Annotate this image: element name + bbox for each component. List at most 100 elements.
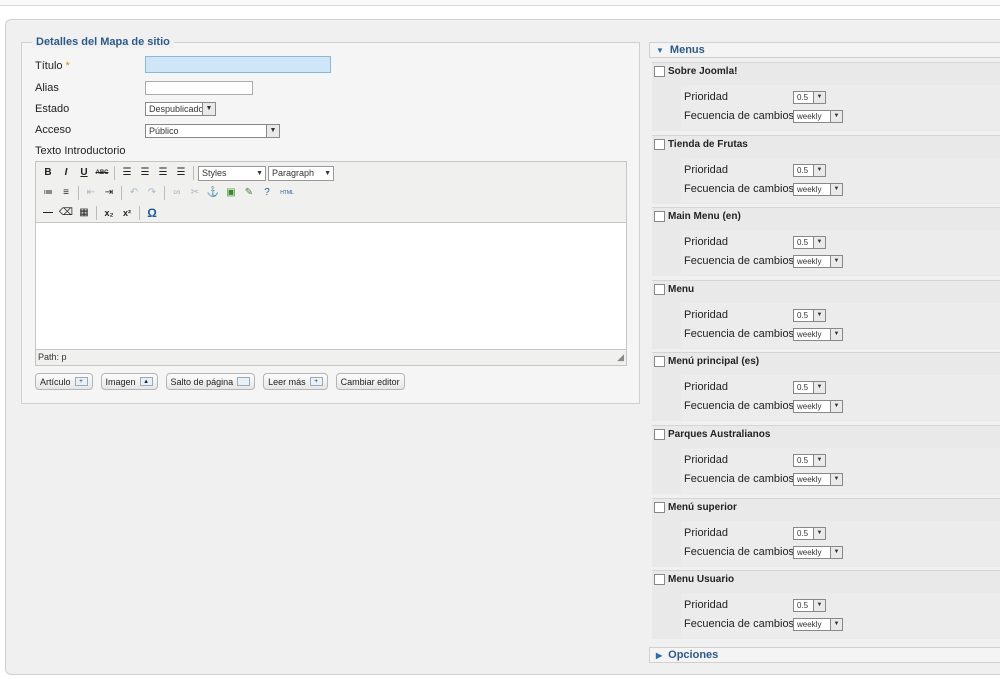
editor-statusbar: Path: p ◢ [36, 349, 626, 365]
menu-checkbox[interactable] [654, 501, 665, 513]
menu-item-header: Sobre Joomla! [654, 66, 737, 77]
frequency-label: Fecuencia de cambios [684, 255, 795, 268]
chevron-down-icon: ▼ [813, 309, 825, 321]
align-right-icon[interactable]: ☰ [155, 165, 171, 181]
chevron-down-icon: ▼ [813, 600, 825, 612]
read-more-button[interactable]: Leer más + [263, 373, 328, 390]
options-panel-header[interactable]: ▶ Opciones [649, 647, 1000, 663]
article-button[interactable]: Artículo + [35, 373, 93, 390]
frequency-select[interactable]: weekly ▼ [793, 255, 843, 269]
align-left-icon[interactable]: ☰ [119, 165, 135, 181]
titulo-input[interactable] [145, 56, 331, 73]
menu-checkbox[interactable] [654, 211, 665, 223]
frequency-select[interactable]: weekly ▼ [793, 618, 843, 632]
priority-value: 0.5 [797, 456, 809, 465]
html-source-icon[interactable]: HTML [277, 185, 297, 201]
frequency-label: Fecuencia de cambios [684, 545, 795, 558]
estado-value: Despublicado [149, 104, 204, 114]
chevron-down-icon: ▼ [813, 164, 825, 176]
priority-select[interactable]: 0.5 ▼ [793, 599, 826, 613]
menu-item-name: Menu [668, 283, 695, 295]
indent-icon[interactable]: ⇥ [101, 185, 117, 201]
priority-select[interactable]: 0.5 ▼ [793, 163, 826, 177]
unlink-icon[interactable]: ✂ [187, 185, 203, 201]
page-break-button[interactable]: Salto de página [165, 373, 256, 390]
menu-item-block: Menú principal (es) Prioridad 0.5 ▼ Fecuenci… [652, 352, 1000, 422]
frequency-select[interactable]: weekly ▼ [793, 327, 843, 341]
underline-icon[interactable]: U [76, 165, 92, 181]
titulo-label-text: Título [35, 60, 63, 72]
menu-checkbox[interactable] [654, 66, 665, 77]
align-justify-icon[interactable]: ☰ [173, 165, 189, 181]
visual-aid-icon[interactable]: ▦ [76, 205, 92, 221]
menu-item-header: Tienda de Frutas [654, 138, 748, 150]
menu-checkbox[interactable] [654, 429, 665, 440]
menu-checkbox[interactable] [654, 283, 665, 295]
priority-value: 0.5 [797, 383, 809, 393]
estado-select[interactable]: Despublicado ▼ [145, 102, 216, 116]
chevron-down-icon: ▼ [813, 92, 825, 103]
menu-checkbox[interactable] [654, 138, 665, 150]
menu-checkbox[interactable] [654, 574, 665, 586]
undo-icon[interactable]: ↶ [126, 185, 142, 201]
chevron-down-icon: ▼ [813, 237, 825, 249]
frequency-select[interactable]: weekly ▼ [793, 545, 843, 559]
superscript-icon[interactable]: x² [119, 205, 135, 221]
frequency-select[interactable]: weekly ▼ [793, 400, 843, 414]
anchor-icon[interactable]: ⚓ [205, 185, 221, 201]
frequency-value: weekly [797, 184, 822, 194]
menu-item-header: Menu Usuario [654, 574, 734, 586]
toggle-editor-button[interactable]: Cambiar editor [335, 373, 405, 390]
help-icon[interactable]: ? [259, 185, 275, 201]
strikethrough-icon[interactable]: ABC [94, 165, 110, 181]
top-border [0, 0, 1000, 6]
frequency-select[interactable]: weekly ▼ [793, 182, 843, 196]
remove-format-icon[interactable]: ⌫ [58, 205, 74, 221]
toolbar-separator [78, 186, 79, 200]
article-button-label: Artículo [40, 376, 71, 387]
priority-value: 0.5 [797, 165, 809, 175]
image-icon[interactable]: ▣ [223, 185, 239, 201]
frequency-label: Fecuencia de cambios [684, 400, 795, 413]
priority-select[interactable]: 0.5 ▼ [793, 308, 826, 322]
priority-select[interactable]: 0.5 ▼ [793, 454, 826, 467]
bullet-list-icon[interactable]: ≔ [40, 185, 56, 201]
menu-settings-area [681, 85, 1000, 130]
numbered-list-icon[interactable]: ≡ [58, 185, 74, 201]
alias-input[interactable] [145, 81, 253, 95]
menu-checkbox[interactable] [654, 356, 665, 368]
menus-panel-header[interactable]: ▼ Menus [649, 42, 1000, 58]
editor-buttons: Artículo + Imagen ▲ Salto de página Leer m… [35, 373, 405, 390]
redo-icon[interactable]: ↷ [144, 185, 160, 201]
chevron-down-icon: ▼ [830, 183, 842, 195]
acceso-select[interactable]: Público ▼ [145, 124, 280, 138]
priority-select[interactable]: 0.5 ▼ [793, 381, 826, 395]
chevron-down-icon: ▼ [256, 169, 263, 177]
page-break-button-label: Salto de página [170, 376, 234, 387]
menu-item-name: Menú principal (es) [668, 356, 760, 368]
subscript-icon[interactable]: x₂ [101, 205, 117, 221]
format-select[interactable]: Paragraph ▼ [268, 165, 334, 181]
read-more-button-label: Leer más [268, 376, 306, 387]
resize-handle-icon[interactable]: ◢ [617, 352, 624, 363]
frequency-select[interactable]: weekly ▼ [793, 473, 843, 486]
priority-select[interactable]: 0.5 ▼ [793, 91, 826, 104]
bold-icon[interactable]: B [40, 165, 56, 181]
toolbar-separator [121, 186, 122, 200]
special-character-icon[interactable]: Ω [144, 205, 160, 221]
priority-select[interactable]: 0.5 ▼ [793, 236, 826, 250]
styles-select[interactable]: Styles ▼ [198, 165, 266, 181]
cleanup-icon[interactable]: ✎ [241, 185, 257, 201]
menu-item-header: Menú principal (es) [654, 356, 760, 368]
align-center-icon[interactable]: ☰ [137, 165, 153, 181]
editor-content-area[interactable] [36, 224, 626, 349]
priority-select[interactable]: 0.5 ▼ [793, 526, 826, 540]
italic-icon[interactable]: I [58, 165, 74, 181]
horizontal-rule-icon[interactable]: — [40, 205, 56, 221]
frequency-select[interactable]: weekly ▼ [793, 110, 843, 123]
outdent-icon[interactable]: ⇤ [83, 185, 99, 201]
image-button[interactable]: Imagen ▲ [100, 373, 158, 390]
toolbar-row-1: B I U ABC ☰ ☰ ☰ ☰ Styles ▼ Paragraph ▼ [40, 164, 334, 182]
menu-item-block: Sobre Joomla! Prioridad 0.5 ▼ Fecuencia de c… [652, 62, 1000, 131]
link-icon[interactable]: ∞ [169, 185, 185, 201]
